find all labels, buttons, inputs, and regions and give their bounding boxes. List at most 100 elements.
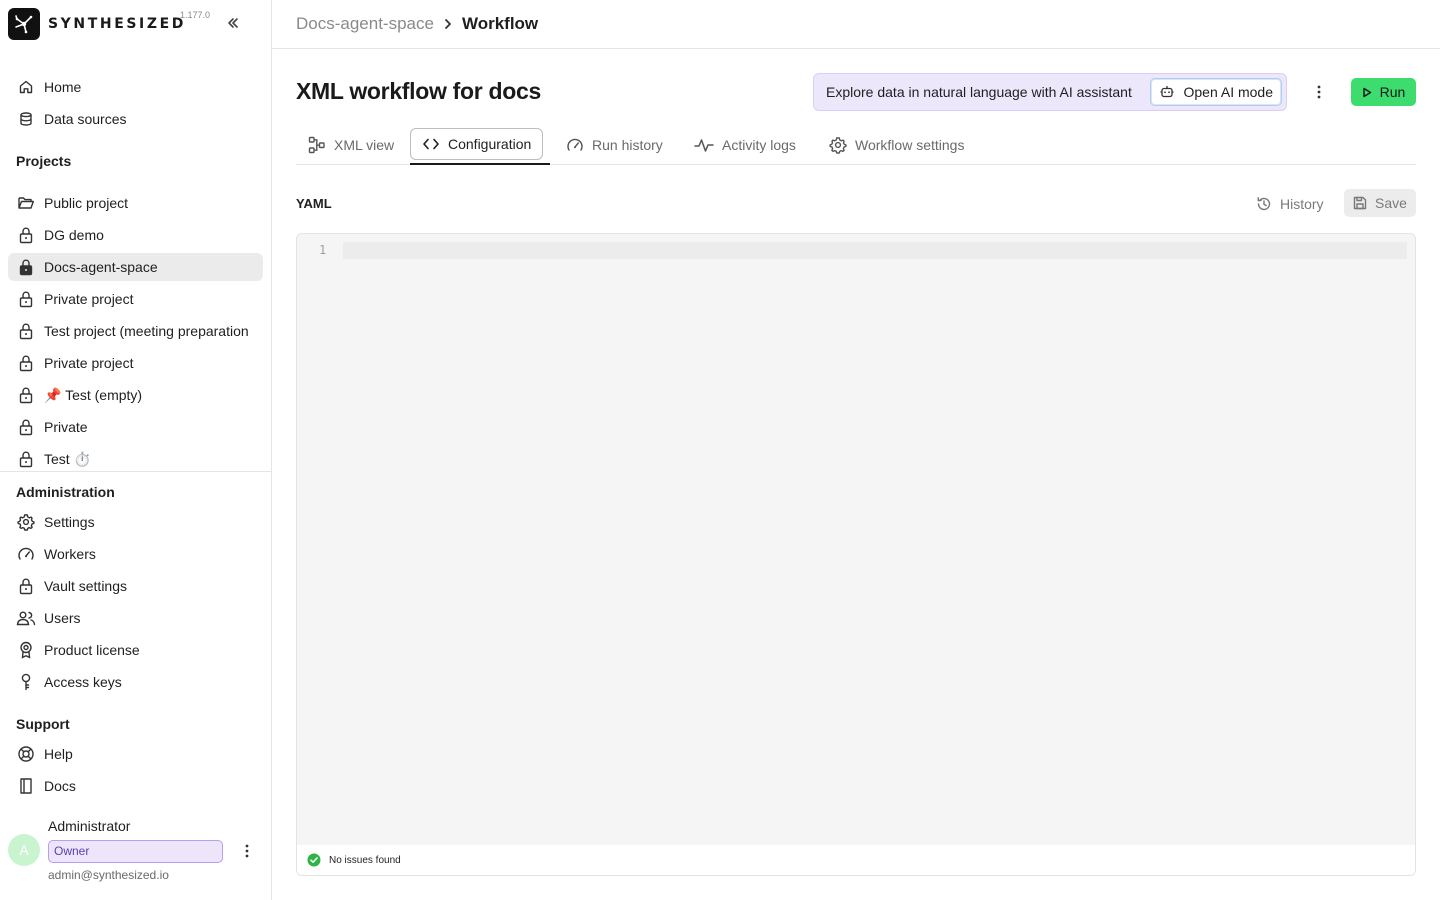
gear-icon: [16, 512, 36, 532]
folder-open-icon: [16, 193, 36, 213]
diagram-icon: [308, 136, 326, 154]
support-section-title: Support: [16, 716, 70, 732]
projects-section-title: Projects: [16, 153, 72, 169]
home-icon: [16, 77, 36, 97]
active-tab-indicator: [410, 163, 550, 165]
open-ai-mode-button[interactable]: Open AI mode: [1150, 78, 1282, 106]
sidebar-item-label: Home: [44, 79, 82, 95]
user-name: Administrator: [48, 818, 131, 834]
tab-workflow-settings[interactable]: Workflow settings: [829, 127, 964, 163]
sidebar-item-label: Public project: [44, 195, 129, 211]
lock-icon: [16, 353, 36, 373]
sidebar-item-label: Vault settings: [44, 578, 128, 594]
yaml-editor[interactable]: 1 No issues found: [296, 233, 1416, 876]
activity-icon: [694, 137, 714, 153]
lock-icon: [16, 449, 36, 469]
save-icon: [1353, 196, 1367, 210]
more-vertical-icon: [1317, 85, 1321, 99]
tab-label: Activity logs: [722, 137, 796, 153]
users-icon: [16, 608, 36, 628]
sidebar-item-help[interactable]: Help: [8, 740, 263, 768]
gear-icon: [829, 136, 847, 154]
sidebar-item-label: Workers: [44, 546, 96, 562]
avatar[interactable]: A: [8, 834, 40, 866]
sidebar-item-label: Help: [44, 746, 73, 762]
tab-xml-view[interactable]: XML view: [308, 127, 394, 163]
sidebar-item-users[interactable]: Users: [8, 604, 263, 632]
synthesized-logo-icon: [8, 8, 40, 40]
tab-label: XML view: [334, 137, 395, 153]
tab-run-history[interactable]: Run history: [566, 127, 663, 163]
workflow-tabs: XML view Configuration Run history Activ…: [296, 127, 1416, 165]
sidebar-item-project[interactable]: DG demo: [8, 221, 263, 249]
brand-name: SYNTHESIZED: [48, 16, 186, 32]
sidebar-item-label: Test project (meeting preparation: [44, 323, 249, 339]
sidebar-item-label: Private project: [44, 291, 134, 307]
history-button[interactable]: History: [1256, 193, 1324, 215]
breadcrumb-parent[interactable]: Docs-agent-space: [296, 14, 434, 34]
line-number: 1: [319, 243, 327, 257]
tab-activity-logs[interactable]: Activity logs: [694, 127, 796, 163]
editor-label: YAML: [296, 196, 332, 211]
page-title: XML workflow for docs: [296, 78, 542, 104]
lock-icon: [16, 321, 36, 341]
sidebar-item-label: Product license: [44, 642, 140, 658]
lock-filled-icon: [16, 257, 36, 277]
breadcrumb-current: Workflow: [461, 14, 539, 33]
lock-icon: [16, 289, 36, 309]
sidebar-item-label: 📌 Test (empty): [44, 386, 143, 403]
sidebar-item-data-sources[interactable]: Data sources: [8, 105, 263, 133]
sidebar-item-workers[interactable]: Workers: [8, 540, 263, 568]
sidebar-item-project[interactable]: Private project: [8, 349, 263, 377]
status-text: No issues found: [329, 854, 401, 866]
database-icon: [16, 109, 36, 129]
sidebar-item-project[interactable]: Private: [8, 413, 263, 441]
sidebar-item-label: Private project: [44, 355, 134, 371]
lock-icon: [16, 576, 36, 596]
sidebar-item-project-active[interactable]: Docs-agent-space: [8, 253, 263, 281]
code-input[interactable]: [343, 242, 1407, 259]
robot-icon: [1159, 84, 1175, 100]
brand[interactable]: SYNTHESIZED: [8, 8, 186, 40]
lock-icon: [16, 225, 36, 245]
user-email: admin@synthesized.io: [48, 868, 169, 882]
more-vertical-icon: [245, 844, 249, 858]
sidebar-item-label: Docs-agent-space: [44, 259, 158, 275]
history-icon: [1256, 196, 1272, 212]
sidebar: SYNTHESIZED 1.177.0 Home Data sources Pr…: [0, 0, 272, 900]
sidebar-item-home[interactable]: Home: [8, 73, 263, 101]
run-button[interactable]: Run: [1351, 78, 1416, 106]
user-menu-button[interactable]: [238, 840, 256, 862]
play-icon: [1362, 87, 1372, 98]
sidebar-item-label: Users: [44, 610, 81, 626]
gauge-icon: [566, 137, 584, 153]
sidebar-item-label: Private: [44, 419, 88, 435]
lock-icon: [16, 385, 36, 405]
ai-assistant-banner: Explore data in natural language with AI…: [813, 73, 1287, 111]
chevron-right-icon: [444, 18, 452, 30]
sidebar-item-project[interactable]: 📌 Test (empty): [8, 381, 263, 409]
ai-banner-text: Explore data in natural language with AI…: [826, 84, 1132, 100]
sidebar-item-settings[interactable]: Settings: [8, 508, 263, 536]
save-label: Save: [1375, 195, 1407, 211]
save-button[interactable]: Save: [1344, 189, 1416, 217]
sidebar-item-label: Test ⏱️: [44, 450, 91, 467]
sidebar-item-project[interactable]: Test ⏱️: [8, 445, 263, 473]
gauge-icon: [16, 544, 36, 564]
check-circle-icon: [307, 853, 321, 867]
sidebar-item-project[interactable]: Private project: [8, 285, 263, 313]
tab-label: Configuration: [448, 136, 532, 152]
lifebuoy-icon: [16, 744, 36, 764]
tab-configuration[interactable]: Configuration: [410, 128, 544, 160]
book-icon: [16, 776, 36, 796]
sidebar-item-project[interactable]: Test project (meeting preparation: [8, 317, 263, 345]
app-version: 1.177.0: [180, 10, 211, 20]
more-actions-button[interactable]: [1309, 81, 1329, 103]
collapse-sidebar-button[interactable]: [222, 12, 244, 34]
sidebar-item-docs[interactable]: Docs: [8, 772, 263, 800]
sidebar-item-access-keys[interactable]: Access keys: [8, 668, 263, 696]
sidebar-item-product-license[interactable]: Product license: [8, 636, 263, 664]
sidebar-item-vault-settings[interactable]: Vault settings: [8, 572, 263, 600]
sidebar-item-project[interactable]: Public project: [8, 189, 263, 217]
tab-label: Run history: [592, 137, 663, 153]
